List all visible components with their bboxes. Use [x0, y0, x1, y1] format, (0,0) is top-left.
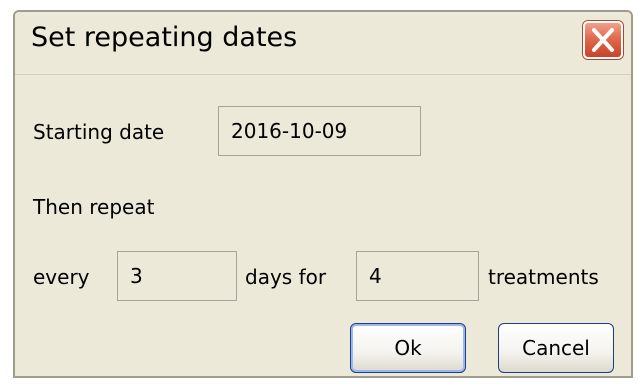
set-repeating-dates-dialog: Set repeating dates Starting date Then r…	[13, 10, 633, 378]
starting-date-label: Starting date	[33, 120, 165, 144]
then-repeat-label: Then repeat	[33, 195, 155, 219]
title-bar: Set repeating dates	[15, 12, 631, 74]
cancel-button[interactable]: Cancel	[498, 323, 614, 373]
treatments-label: treatments	[488, 265, 599, 289]
every-days-field[interactable]	[117, 251, 237, 301]
dialog-body: Starting date Then repeat every days for…	[15, 74, 631, 376]
every-label: every	[33, 265, 90, 289]
close-icon	[592, 28, 614, 52]
treatment-count-field[interactable]	[356, 251, 479, 301]
ok-button[interactable]: Ok	[350, 323, 466, 373]
starting-date-field[interactable]	[218, 106, 421, 156]
close-button[interactable]	[583, 21, 623, 59]
days-for-label: days for	[245, 265, 327, 289]
dialog-title: Set repeating dates	[31, 22, 298, 53]
